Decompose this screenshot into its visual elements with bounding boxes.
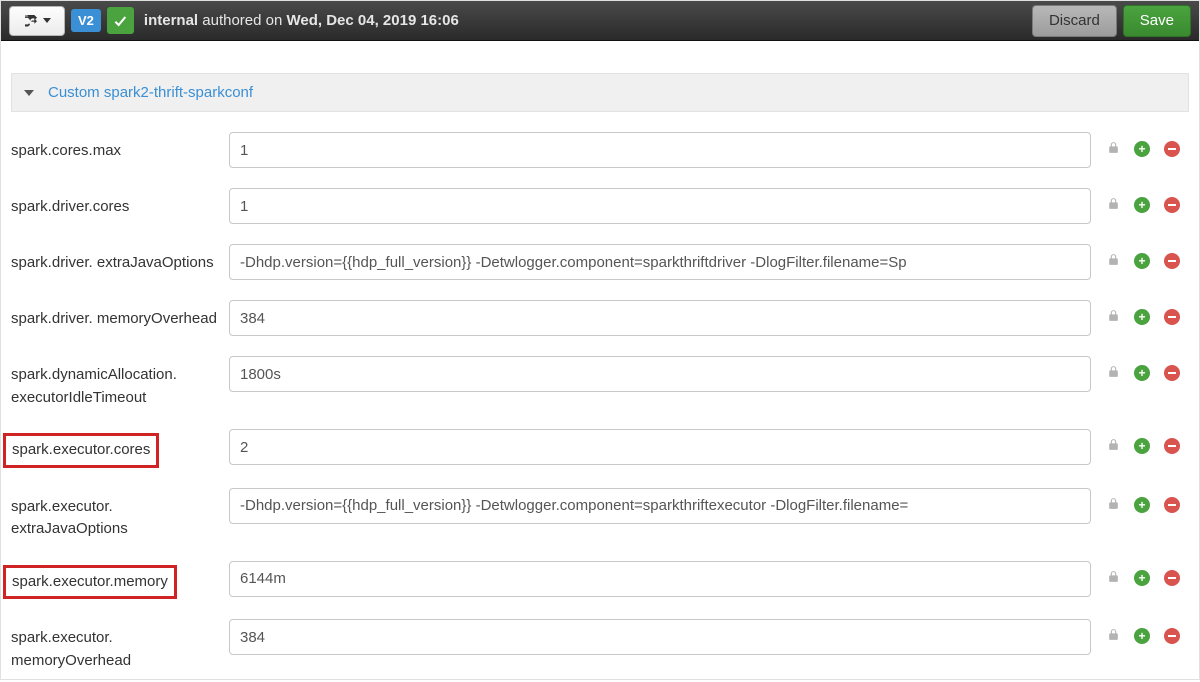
config-row: spark.executor. extraJavaOptions + <box>11 478 1189 551</box>
expand-caret-icon <box>24 90 34 96</box>
lock-icon[interactable] <box>1107 308 1120 326</box>
remove-property-button[interactable] <box>1164 197 1180 213</box>
remove-property-button[interactable] <box>1164 570 1180 586</box>
config-label: spark.driver.cores <box>11 188 221 219</box>
row-actions: + <box>1099 619 1189 645</box>
add-property-button[interactable]: + <box>1134 628 1150 644</box>
row-actions: + <box>1099 300 1189 326</box>
remove-property-button[interactable] <box>1164 438 1180 454</box>
config-row: spark.driver. extraJavaOptions + <box>11 234 1189 290</box>
section-title[interactable]: Custom spark2-thrift-sparkconf <box>48 84 253 101</box>
lock-icon[interactable] <box>1107 496 1120 514</box>
remove-property-button[interactable] <box>1164 497 1180 513</box>
config-value-input[interactable] <box>229 561 1091 597</box>
lock-icon[interactable] <box>1107 196 1120 214</box>
check-icon <box>112 13 128 29</box>
config-value-input[interactable] <box>229 619 1091 655</box>
row-actions: + <box>1099 132 1189 158</box>
config-value-input[interactable] <box>229 300 1091 336</box>
config-row: spark.cores.max + <box>11 122 1189 178</box>
config-value-wrapper <box>229 429 1091 465</box>
config-label: spark.executor.cores <box>11 429 221 468</box>
add-property-button[interactable]: + <box>1134 253 1150 269</box>
add-property-button[interactable]: + <box>1134 309 1150 325</box>
add-property-button[interactable]: + <box>1134 365 1150 381</box>
config-label: spark.executor. extraJavaOptions <box>11 488 221 541</box>
row-actions: + <box>1099 356 1189 382</box>
check-badge <box>107 7 134 34</box>
add-property-button[interactable]: + <box>1134 438 1150 454</box>
config-value-input[interactable] <box>229 356 1091 392</box>
shuffle-icon <box>23 13 39 29</box>
config-value-input[interactable] <box>229 132 1091 168</box>
discard-button[interactable]: Discard <box>1032 5 1117 37</box>
remove-property-button[interactable] <box>1164 365 1180 381</box>
topbar: V2 internal authored on Wed, Dec 04, 201… <box>1 1 1199 41</box>
lock-icon[interactable] <box>1107 437 1120 455</box>
config-value-wrapper <box>229 244 1091 280</box>
config-value-wrapper <box>229 300 1091 336</box>
row-actions: + <box>1099 244 1189 270</box>
config-label: spark.dynamicAllocation. executorIdleTim… <box>11 356 221 409</box>
config-row: spark.executor.memory + <box>11 551 1189 610</box>
version-author-text: internal authored on Wed, Dec 04, 2019 1… <box>144 12 459 29</box>
lock-icon[interactable] <box>1107 569 1120 587</box>
section-header[interactable]: Custom spark2-thrift-sparkconf <box>11 73 1189 112</box>
remove-property-button[interactable] <box>1164 253 1180 269</box>
add-property-button[interactable]: + <box>1134 570 1150 586</box>
config-label: spark.executor. memoryOverhead <box>11 619 221 672</box>
config-row: spark.dynamicAllocation. executorIdleTim… <box>11 346 1189 419</box>
config-value-input[interactable] <box>229 188 1091 224</box>
config-row: spark.driver. memoryOverhead + <box>11 290 1189 346</box>
remove-property-button[interactable] <box>1164 628 1180 644</box>
row-actions: + <box>1099 188 1189 214</box>
config-value-input[interactable] <box>229 488 1091 524</box>
config-label: spark.driver. extraJavaOptions <box>11 244 221 275</box>
add-property-button[interactable]: + <box>1134 197 1150 213</box>
config-value-wrapper <box>229 188 1091 224</box>
row-actions: + <box>1099 429 1189 455</box>
add-property-button[interactable]: + <box>1134 497 1150 513</box>
config-value-wrapper <box>229 561 1091 597</box>
config-value-input[interactable] <box>229 244 1091 280</box>
config-value-wrapper <box>229 356 1091 392</box>
config-row: spark.executor. memoryOverhead + <box>11 609 1189 682</box>
config-value-wrapper <box>229 619 1091 655</box>
config-value-input[interactable] <box>229 429 1091 465</box>
shuffle-button[interactable] <box>9 6 65 36</box>
save-button[interactable]: Save <box>1123 5 1191 37</box>
remove-property-button[interactable] <box>1164 309 1180 325</box>
config-label: spark.driver. memoryOverhead <box>11 300 221 331</box>
config-value-wrapper <box>229 488 1091 524</box>
caret-down-icon <box>43 18 51 23</box>
row-actions: + <box>1099 561 1189 587</box>
lock-icon[interactable] <box>1107 252 1120 270</box>
lock-icon[interactable] <box>1107 140 1120 158</box>
remove-property-button[interactable] <box>1164 141 1180 157</box>
config-rows: spark.cores.max+spark.driver.cores+spark… <box>1 112 1199 682</box>
add-property-button[interactable]: + <box>1134 141 1150 157</box>
config-value-wrapper <box>229 132 1091 168</box>
lock-icon[interactable] <box>1107 364 1120 382</box>
version-badge: V2 <box>71 9 101 32</box>
config-label: spark.executor.memory <box>11 561 221 600</box>
config-label: spark.cores.max <box>11 132 221 163</box>
config-row: spark.executor.cores + <box>11 419 1189 478</box>
config-row: spark.driver.cores + <box>11 178 1189 234</box>
row-actions: + <box>1099 488 1189 514</box>
lock-icon[interactable] <box>1107 627 1120 645</box>
